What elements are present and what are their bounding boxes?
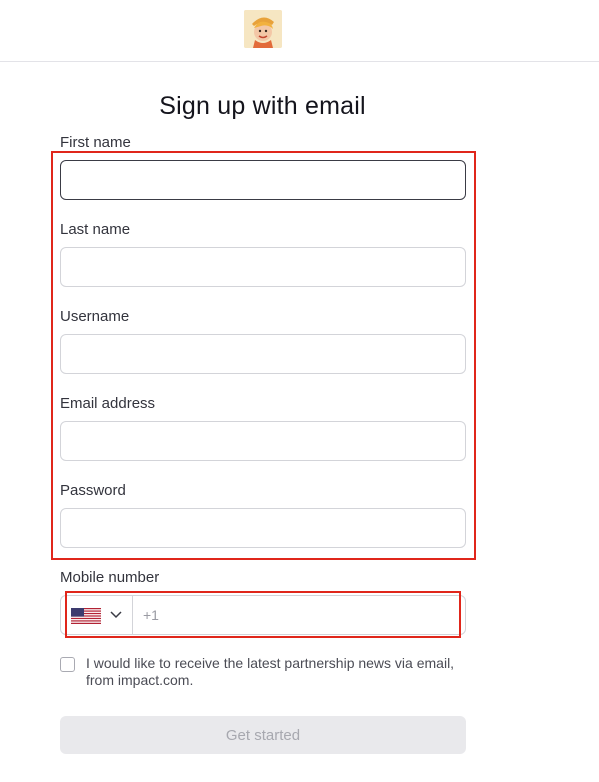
chevron-down-icon xyxy=(110,611,122,619)
password-input[interactable] xyxy=(60,508,466,548)
first-name-label: First name xyxy=(60,134,131,151)
email-input[interactable] xyxy=(60,421,466,461)
email-label: Email address xyxy=(60,395,156,412)
mobile-number-field xyxy=(60,595,483,635)
consent-checkbox[interactable] xyxy=(60,657,75,672)
us-flag-icon xyxy=(71,608,101,624)
password-label: Password xyxy=(60,482,126,499)
first-name-input[interactable] xyxy=(60,160,466,200)
consent-text: I would like to receive the latest partn… xyxy=(86,655,455,688)
page-title: Sign up with email xyxy=(159,92,366,120)
username-input[interactable] xyxy=(60,334,466,374)
mobile-number-input[interactable] xyxy=(133,596,483,634)
mobile-number-label: Mobile number xyxy=(60,569,160,586)
last-name-label: Last name xyxy=(60,221,131,238)
last-name-input[interactable] xyxy=(60,247,466,287)
get-started-button[interactable]: Get started xyxy=(60,716,466,754)
country-code-dropdown[interactable] xyxy=(61,596,133,634)
username-label: Username xyxy=(60,308,130,325)
top-bar xyxy=(0,0,599,62)
logo-icon[interactable] xyxy=(244,10,282,48)
